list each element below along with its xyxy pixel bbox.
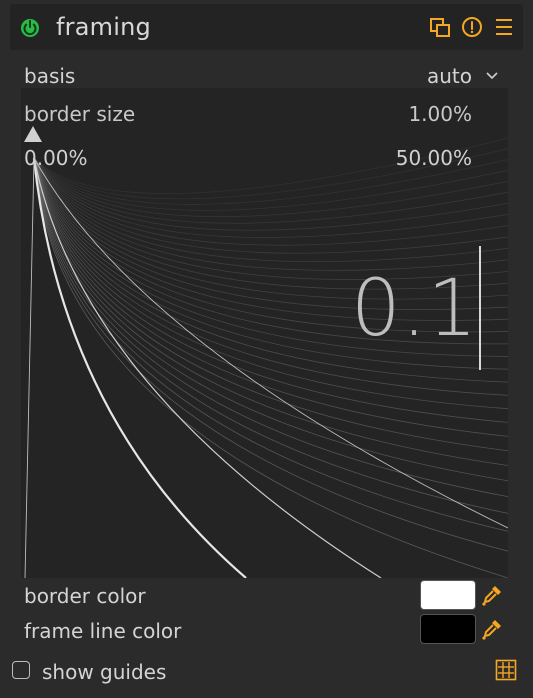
border-size-label: border size bbox=[24, 102, 136, 126]
fine-tune-line bbox=[33, 157, 382, 578]
frame-line-color-swatch[interactable] bbox=[420, 614, 476, 644]
chevron-down-icon[interactable] bbox=[484, 68, 500, 84]
fine-tune-line bbox=[33, 157, 508, 578]
color-picker-icon[interactable] bbox=[480, 617, 504, 641]
slider-min-label: 0.00% bbox=[24, 146, 88, 170]
border-size-value: 1.00% bbox=[408, 102, 472, 126]
color-picker-icon[interactable] bbox=[480, 583, 504, 607]
show-guides-label: show guides bbox=[42, 660, 167, 684]
basis-label: basis bbox=[24, 64, 76, 88]
text-caret bbox=[479, 246, 481, 370]
frame-line-color-label: frame line color bbox=[24, 619, 182, 643]
module-title: framing bbox=[56, 13, 151, 41]
framing-module-panel: framing basis auto border size 1.00% 0.0… bbox=[0, 0, 533, 698]
fine-tune-line bbox=[24, 157, 35, 578]
fine-tune-line bbox=[32, 157, 247, 578]
fine-tune-line bbox=[33, 157, 508, 246]
basis-dropdown-value[interactable]: auto bbox=[427, 64, 472, 88]
slider-max-label: 50.00% bbox=[395, 146, 472, 170]
reset-icon[interactable] bbox=[460, 15, 484, 39]
module-header[interactable]: framing bbox=[10, 4, 523, 50]
show-guides-checkbox[interactable] bbox=[12, 661, 30, 679]
slider-position-marker[interactable] bbox=[23, 125, 43, 143]
border-size-fine-tune-popup[interactable]: border size 1.00% 0.00% 50.00% 0.1 bbox=[21, 88, 508, 578]
fine-tune-line bbox=[33, 157, 508, 262]
power-icon[interactable] bbox=[18, 15, 42, 39]
grid-icon[interactable] bbox=[495, 659, 517, 681]
border-color-swatch[interactable] bbox=[420, 580, 476, 610]
border-color-label: border color bbox=[24, 584, 146, 608]
presets-icon[interactable] bbox=[428, 15, 452, 39]
typed-value-text: 0.1 bbox=[350, 264, 478, 354]
menu-icon[interactable] bbox=[492, 15, 516, 39]
